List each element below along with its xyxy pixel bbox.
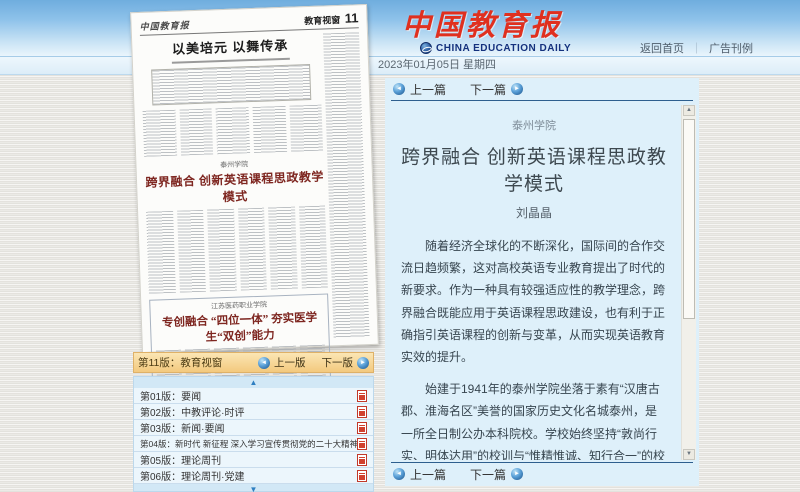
pdf-icon[interactable] (357, 390, 367, 402)
page-list-label[interactable]: 第05版：理论周刊 (140, 452, 357, 467)
scan-abstract-box (151, 64, 311, 106)
page-list-label[interactable]: 第06版：理论周刊·党建 (140, 468, 357, 483)
newspaper-page-image: 中国教育报 教育视窗 11 以美培元 以舞传承 泰州学院 跨界融合 创新英语课程… (130, 4, 379, 353)
prev-article-globe-icon[interactable]: ◄ (393, 83, 405, 95)
list-scroll-up-icon[interactable]: ▲ (134, 377, 373, 388)
scan-columns (146, 206, 328, 294)
page-list-item[interactable]: 第04版：新时代 新征程 深入学习宣传贯彻党的二十大精神专刊 (134, 436, 373, 452)
date-bar: 2023年01月05日 星期四 (0, 56, 800, 75)
next-article-button[interactable]: 下一篇 (470, 466, 506, 483)
home-link[interactable]: 返回首页 (640, 40, 684, 56)
newspaper-section: 教育视窗 11 (304, 10, 359, 27)
page-list-item[interactable]: 第03版：新闻·要闻 (134, 420, 373, 436)
article-paragraph: 始建于1941年的泰州学院坐落于素有“汉唐古郡、淮海名区”美誉的国家历史文化名城… (401, 378, 667, 460)
newspaper-masthead: 中国教育报 (139, 18, 189, 33)
article-nav-top: ◄ 上一篇 下一篇 ► (385, 78, 699, 100)
page-nav-bar: 第11版：教育视窗 ◄ 上一版 下一版 ► (133, 352, 374, 373)
pdf-icon[interactable] (357, 422, 367, 434)
page-number: 11 (344, 10, 358, 25)
scroll-up-icon[interactable]: ▲ (683, 105, 695, 116)
divider (391, 100, 693, 101)
next-page-globe-icon[interactable]: ► (357, 357, 369, 369)
scan-right-column (323, 32, 369, 338)
article-kicker: 泰州学院 (401, 117, 667, 133)
page-list-label[interactable]: 第01版：要闻 (140, 388, 357, 403)
article-panel: ◄ 上一篇 下一篇 ► 泰州学院 跨界融合 创新英语课程思政教学模式 刘晶晶 随… (385, 78, 699, 486)
scan-subtitle-bar (172, 58, 290, 64)
article-title: 跨界融合 创新英语课程思政教学模式 (401, 142, 667, 196)
prev-article-button[interactable]: 上一篇 (410, 466, 446, 483)
article-paragraph: 随着经济全球化的不断深化，国际间的合作交流日趋频繁，这对高校英语专业教育提出了时… (401, 235, 667, 368)
scan-headline-mid: 跨界融合 创新英语课程思政教学模式 (145, 168, 325, 208)
prev-article-globe-icon[interactable]: ◄ (393, 468, 405, 480)
pdf-icon[interactable] (357, 470, 367, 482)
next-article-globe-icon[interactable]: ► (511, 468, 523, 480)
scan-columns (143, 105, 324, 157)
next-article-globe-icon[interactable]: ► (511, 83, 523, 95)
page-list-item[interactable]: 第06版：理论周刊·党建 (134, 468, 373, 484)
site-logo: 中国教育报 CHINA EDUCATION DAILY (402, 2, 571, 54)
next-article-button[interactable]: 下一篇 (470, 81, 506, 98)
scrollbar-thumb[interactable] (683, 119, 695, 319)
page-list-item[interactable]: 第01版：要闻 (134, 388, 373, 404)
prev-page-button[interactable]: 上一版 (274, 355, 306, 370)
issue-date: 2023年01月05日 星期四 (378, 59, 496, 71)
logo-english: CHINA EDUCATION DAILY (436, 43, 571, 54)
pdf-icon[interactable] (357, 454, 367, 466)
link-separator: ｜ (691, 40, 702, 56)
scroll-down-icon[interactable]: ▼ (683, 449, 695, 460)
prev-page-globe-icon[interactable]: ◄ (258, 357, 270, 369)
pdf-icon[interactable] (357, 406, 367, 418)
page-list-label[interactable]: 第03版：新闻·要闻 (140, 420, 357, 435)
article-scrollbar[interactable]: ▲ ▼ (681, 105, 696, 460)
page-root: 中国教育报 CHINA EDUCATION DAILY 返回首页 ｜ 广告刊例 … (0, 0, 800, 492)
logo-chinese: 中国教育报 (402, 2, 571, 44)
ads-link[interactable]: 广告刊例 (709, 40, 753, 56)
next-page-button[interactable]: 下一版 (322, 355, 354, 370)
page-list-item[interactable]: 第05版：理论周刊 (134, 452, 373, 468)
scan-headline-bottom: 专创融合 “四位一体” 夯实医学生“双创”能力 (155, 309, 325, 347)
logo-globe-icon (420, 42, 432, 54)
page-list-panel: ▲ 第01版：要闻 第02版：中教评论·时评 第03版：新闻·要闻 第04版：新… (133, 376, 374, 492)
prev-article-button[interactable]: 上一篇 (410, 81, 446, 98)
header-links: 返回首页 ｜ 广告刊例 (640, 40, 753, 56)
scan-headline-top: 以美培元 以舞传承 (140, 34, 320, 59)
section-label: 教育视窗 (304, 15, 340, 26)
article-nav-bottom: ◄ 上一篇 下一篇 ► (385, 463, 523, 485)
current-page-label: 第11版：教育视窗 (138, 355, 258, 370)
top-banner: 中国教育报 CHINA EDUCATION DAILY 返回首页 ｜ 广告刊例 (0, 0, 800, 56)
page-list-label[interactable]: 第02版：中教评论·时评 (140, 404, 357, 419)
pdf-icon[interactable] (357, 438, 367, 450)
page-list-item[interactable]: 第02版：中教评论·时评 (134, 404, 373, 420)
list-scroll-down-icon[interactable]: ▼ (134, 484, 373, 492)
article-content: 泰州学院 跨界融合 创新英语课程思政教学模式 刘晶晶 随着经济全球化的不断深化，… (385, 105, 675, 460)
page-list-label[interactable]: 第04版：新时代 新征程 深入学习宣传贯彻党的二十大精神专刊 (140, 438, 357, 450)
article-author: 刘晶晶 (401, 204, 667, 221)
newspaper-header: 中国教育报 教育视窗 11 (139, 10, 358, 36)
